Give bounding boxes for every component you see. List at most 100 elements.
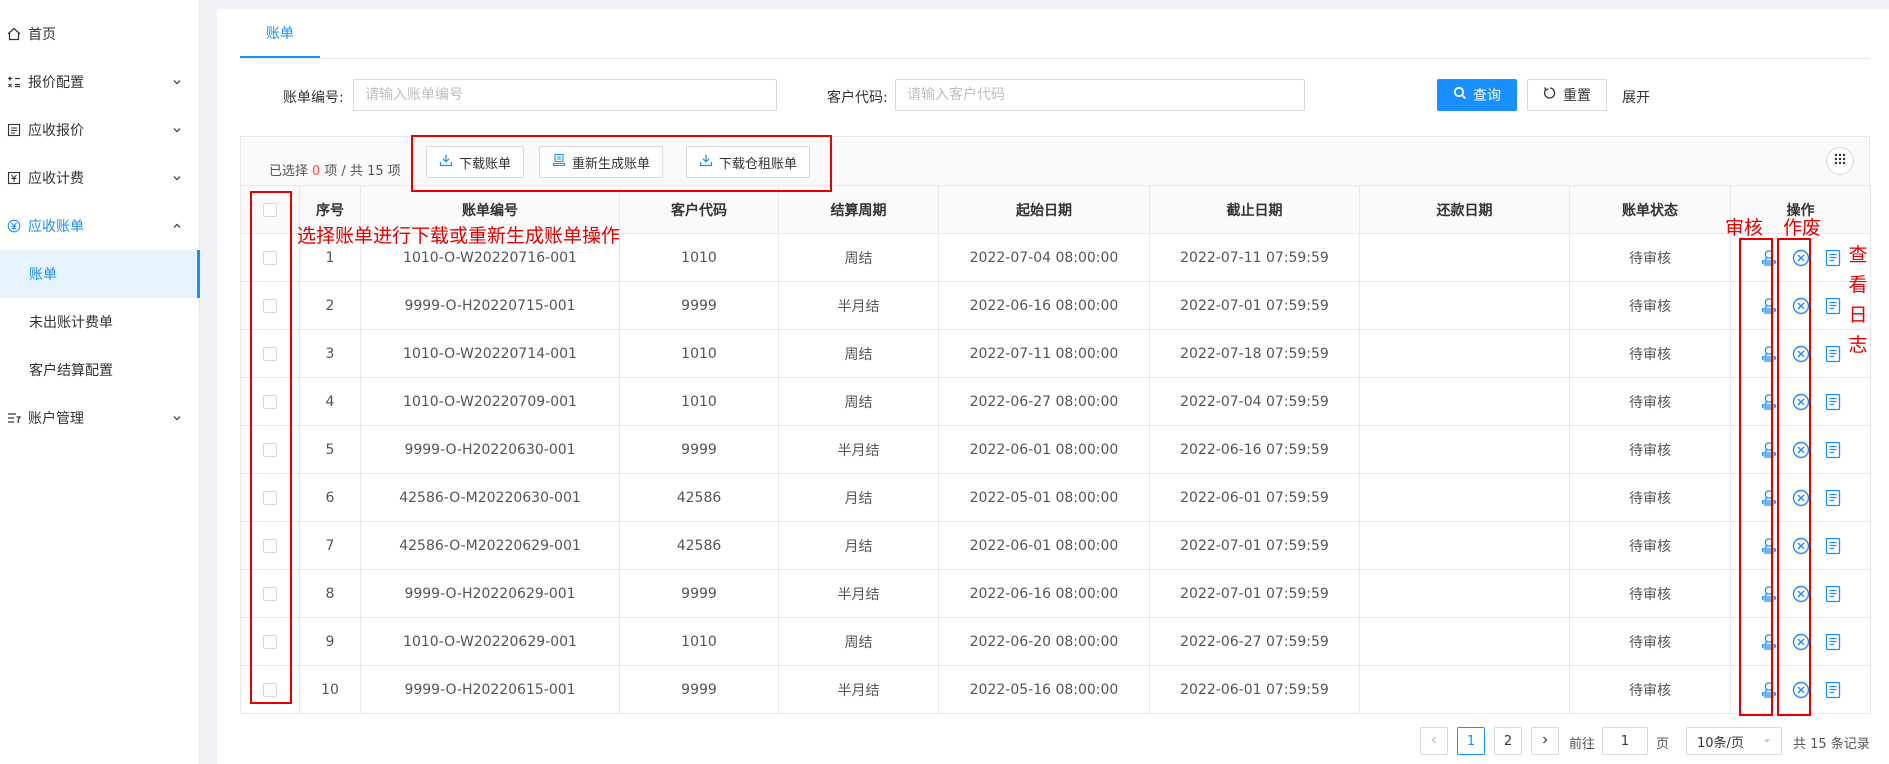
table-cell: 2022-05-16 08:00:00	[938, 665, 1150, 714]
row-checkbox[interactable]	[263, 394, 277, 409]
table-cell: 2022-06-16 08:00:00	[938, 281, 1150, 330]
row-checkbox[interactable]	[263, 298, 277, 313]
view-log-icon[interactable]	[1824, 249, 1842, 267]
select-all-checkbox[interactable]	[263, 202, 277, 217]
row-select-cell[interactable]	[240, 233, 300, 282]
sidebar-item-quote-config[interactable]: 报价配置	[0, 58, 200, 106]
view-log-icon[interactable]	[1824, 489, 1842, 507]
row-checkbox[interactable]	[263, 490, 277, 505]
audit-icon[interactable]	[1760, 489, 1778, 507]
row-checkbox[interactable]	[263, 682, 277, 697]
view-log-icon[interactable]	[1824, 297, 1842, 315]
void-icon[interactable]	[1792, 633, 1810, 651]
void-icon[interactable]	[1792, 393, 1810, 411]
next-page-button[interactable]	[1531, 727, 1559, 755]
tab-bill[interactable]: 账单	[240, 9, 320, 58]
main-panel: 账单 账单编号: 客户代码: 查询 重置 展开 下载账单 重新生成账单 下载仓租…	[217, 9, 1889, 764]
table-cell: 9999-O-H20220715-001	[360, 281, 620, 330]
download-bill-button[interactable]: 下载账单	[426, 146, 525, 178]
void-icon[interactable]	[1792, 489, 1810, 507]
chevron-down-icon	[172, 171, 182, 187]
row-select-cell[interactable]	[240, 521, 300, 570]
audit-icon[interactable]	[1760, 345, 1778, 363]
row-checkbox[interactable]	[263, 250, 277, 265]
goto-page-input[interactable]: 1	[1602, 727, 1648, 755]
table-cell: 待审核	[1569, 617, 1731, 666]
table-cell: 9999-O-H20220630-001	[360, 425, 620, 474]
billing-icon	[6, 170, 22, 186]
void-icon[interactable]	[1792, 441, 1810, 459]
row-checkbox[interactable]	[263, 634, 277, 649]
table-cell: 6	[299, 473, 361, 522]
void-icon[interactable]	[1792, 585, 1810, 603]
row-select-cell[interactable]	[240, 425, 300, 474]
table-cell: 1010-O-W20220714-001	[360, 329, 620, 378]
void-icon[interactable]	[1792, 297, 1810, 315]
row-checkbox[interactable]	[263, 346, 277, 361]
download-storage-bill-button[interactable]: 下载仓租账单	[686, 146, 811, 178]
table-cell: 2022-07-04 08:00:00	[938, 233, 1150, 282]
view-log-icon[interactable]	[1824, 681, 1842, 699]
query-button[interactable]: 查询	[1437, 79, 1517, 111]
row-checkbox[interactable]	[263, 538, 277, 553]
sidebar-item-receivable-bill[interactable]: 应收账单	[0, 202, 200, 250]
view-log-icon[interactable]	[1824, 633, 1842, 651]
view-log-icon[interactable]	[1824, 393, 1842, 411]
row-select-cell[interactable]	[240, 329, 300, 378]
audit-icon[interactable]	[1760, 681, 1778, 699]
table-cell: 待审核	[1569, 281, 1731, 330]
view-log-icon[interactable]	[1824, 537, 1842, 555]
sidebar-item-receivable-quote[interactable]: 应收报价	[0, 106, 200, 154]
page-1-button[interactable]: 1	[1457, 727, 1485, 755]
regenerate-bill-button[interactable]: 重新生成账单	[539, 146, 664, 178]
audit-icon[interactable]	[1760, 537, 1778, 555]
bill-table: 序号 账单编号 客户代码 结算周期 起始日期 截止日期 还款日期 账单状态 操作…	[240, 185, 1871, 714]
customer-code-label: 客户代码:	[827, 90, 888, 106]
prev-page-button[interactable]	[1420, 727, 1448, 755]
sidebar-item-label: 账单	[29, 267, 57, 283]
table-cell	[1359, 665, 1570, 714]
row-select-cell[interactable]	[240, 377, 300, 426]
page-2-button[interactable]: 2	[1494, 727, 1522, 755]
void-icon[interactable]	[1792, 345, 1810, 363]
column-settings-button[interactable]	[1826, 147, 1854, 175]
sidebar-item-account[interactable]: 账户管理	[0, 394, 200, 442]
bill-no-input[interactable]	[353, 79, 777, 111]
row-select-cell[interactable]	[240, 281, 300, 330]
sidebar-item-unbilled[interactable]: 未出账计费单	[0, 298, 200, 346]
customer-code-input[interactable]	[895, 79, 1305, 111]
void-icon[interactable]	[1792, 249, 1810, 267]
yen-icon	[6, 218, 22, 234]
audit-annotation: 审核	[1725, 217, 1764, 239]
select-all-cell[interactable]	[240, 185, 300, 234]
audit-icon[interactable]	[1760, 297, 1778, 315]
row-checkbox[interactable]	[263, 586, 277, 601]
view-log-icon[interactable]	[1824, 345, 1842, 363]
row-checkbox[interactable]	[263, 442, 277, 457]
audit-icon[interactable]	[1760, 585, 1778, 603]
table-row: 8 9999-O-H20220629-001 9999 半月结 2022-06-16 0…	[240, 569, 1871, 618]
row-select-cell[interactable]	[240, 569, 300, 618]
audit-icon[interactable]	[1760, 441, 1778, 459]
audit-icon[interactable]	[1760, 633, 1778, 651]
reset-icon	[1543, 86, 1557, 104]
page-size-select[interactable]: 10条/页	[1686, 727, 1782, 755]
expand-link[interactable]: 展开	[1622, 87, 1650, 107]
view-log-icon[interactable]	[1824, 585, 1842, 603]
void-icon[interactable]	[1792, 537, 1810, 555]
row-select-cell[interactable]	[240, 473, 300, 522]
reset-button[interactable]: 重置	[1527, 79, 1607, 111]
audit-icon[interactable]	[1760, 393, 1778, 411]
sidebar-item-bill[interactable]: 账单	[0, 250, 200, 298]
view-log-icon[interactable]	[1824, 441, 1842, 459]
void-icon[interactable]	[1792, 681, 1810, 699]
table-cell	[1359, 281, 1570, 330]
sidebar-item-receivable-billing[interactable]: 应收计费	[0, 154, 200, 202]
row-select-cell[interactable]	[240, 617, 300, 666]
sidebar-item-label: 账户管理	[28, 411, 84, 427]
row-select-cell[interactable]	[240, 665, 300, 714]
audit-icon[interactable]	[1760, 249, 1778, 267]
sidebar-item-home[interactable]: 首页	[0, 10, 200, 58]
sidebar-item-settlement-config[interactable]: 客户结算配置	[0, 346, 200, 394]
table-cell: 周结	[778, 617, 939, 666]
